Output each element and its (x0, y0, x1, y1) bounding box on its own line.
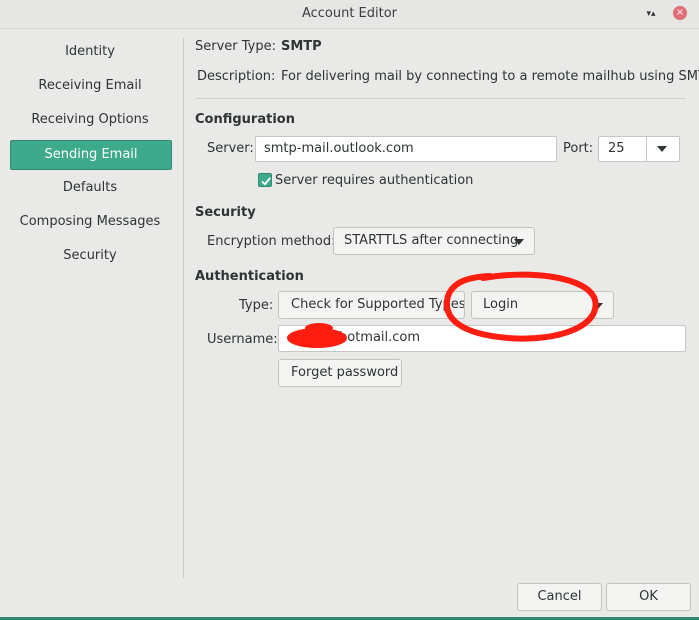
port-combo[interactable]: 25 (598, 136, 680, 162)
sidebar-item-sending-email[interactable]: Sending Email (10, 140, 172, 170)
checkmark-icon (261, 177, 271, 186)
security-heading: Security (195, 205, 256, 220)
encryption-value: STARTTLS after connecting (344, 233, 519, 248)
chevron-down-icon (514, 239, 524, 245)
sidebar-item-receiving-email[interactable]: Receiving Email (10, 72, 170, 100)
port-label: Port: (563, 141, 594, 156)
server-input[interactable]: smtp-mail.outlook.com (255, 136, 557, 162)
requires-auth-checkbox[interactable] (258, 173, 272, 187)
configuration-heading: Configuration (195, 112, 295, 127)
sidebar-divider (183, 38, 184, 578)
sidebar-item-identity[interactable]: Identity (10, 38, 170, 66)
sidebar-item-composing-messages[interactable]: Composing Messages (10, 208, 170, 236)
authentication-heading: Authentication (195, 269, 304, 284)
restore-icon[interactable]: ▾▴ (644, 7, 658, 21)
window-title: Account Editor (301, 6, 398, 21)
encryption-label: Encryption method: (207, 234, 336, 249)
requires-auth-label[interactable]: Server requires authentication (275, 173, 473, 188)
forget-password-button[interactable]: Forget password (278, 359, 402, 387)
port-combo-divider (646, 137, 647, 161)
section-divider (195, 98, 686, 99)
sidebar: Identity Receiving Email Receiving Optio… (0, 29, 182, 579)
type-label: Type: (239, 298, 274, 313)
check-supported-types-button[interactable]: Check for Supported Types (278, 291, 465, 319)
chevron-down-icon[interactable] (657, 146, 667, 152)
annotation-circle (443, 271, 599, 342)
sidebar-item-receiving-options[interactable]: Receiving Options (10, 106, 170, 134)
title-bar: Account Editor ▾▴ × (0, 0, 699, 29)
server-type-value: SMTP (281, 39, 322, 54)
port-value: 25 (608, 141, 625, 156)
description-value: For delivering mail by connecting to a r… (281, 69, 699, 84)
cancel-button[interactable]: Cancel (517, 583, 602, 611)
close-icon[interactable]: × (673, 6, 687, 20)
description-label: Description: (197, 69, 276, 84)
sidebar-item-defaults[interactable]: Defaults (10, 174, 170, 202)
server-type-label: Server Type: (195, 39, 277, 54)
sidebar-item-security[interactable]: Security (10, 242, 170, 270)
username-label: Username: (207, 332, 278, 347)
server-label: Server: (207, 141, 254, 156)
ok-button[interactable]: OK (606, 583, 691, 611)
encryption-dropdown[interactable]: STARTTLS after connecting (333, 227, 535, 255)
redaction-mark (305, 323, 333, 333)
